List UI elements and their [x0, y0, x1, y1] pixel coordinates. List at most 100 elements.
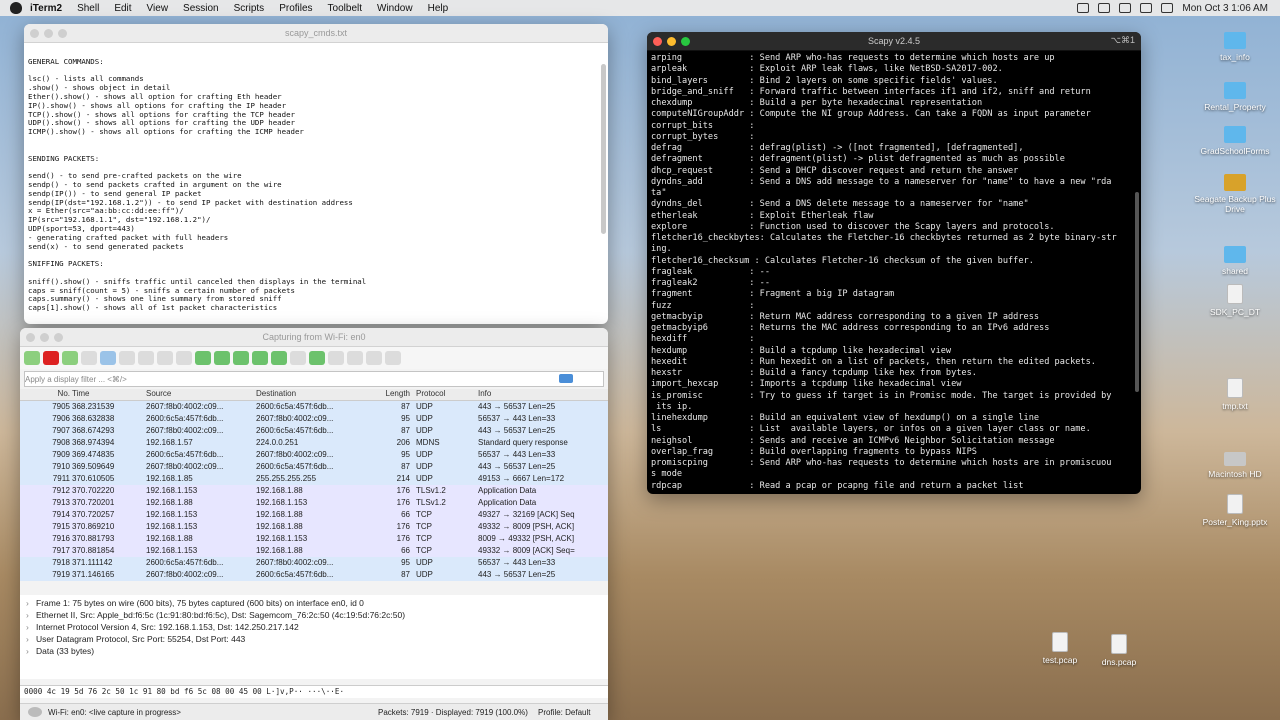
packet-row[interactable]: 7908 368.974394 192.168.1.57 224.0.0.251 206…	[20, 437, 608, 449]
desktop-icon-poster-king[interactable]: Poster_King.pptx	[1190, 494, 1280, 527]
col-source[interactable]: Source	[146, 389, 256, 400]
col-length[interactable]: Length	[366, 389, 416, 400]
desktop-icon-dns-pcap[interactable]: dns.pcap	[1074, 634, 1164, 667]
menu-help[interactable]: Help	[428, 3, 449, 14]
packet-row[interactable]: 7917 370.881854 192.168.1.153 192.168.1.88 6…	[20, 545, 608, 557]
packet-time: 370.610505	[72, 474, 115, 483]
expert-info-icon[interactable]	[28, 707, 42, 717]
resize-columns-icon[interactable]	[385, 351, 401, 365]
col-destination[interactable]: Destination	[256, 389, 366, 400]
menu-window[interactable]: Window	[377, 3, 413, 14]
detail-frame[interactable]: Frame 1: 75 bytes on wire (600 bits), 75…	[24, 597, 604, 609]
editor-titlebar[interactable]: scapy_cmds.txt	[24, 24, 608, 43]
packet-row[interactable]: 7912 370.702220 192.168.1.153 192.168.1.88 1…	[20, 485, 608, 497]
desktop-icon-gradschoolforms[interactable]: GradSchoolForms	[1190, 126, 1280, 156]
desktop-icon-rental-property[interactable]: Rental_Property	[1190, 82, 1280, 112]
desktop-icon-tmp-txt[interactable]: tmp.txt	[1190, 378, 1280, 411]
menu-scripts[interactable]: Scripts	[234, 3, 265, 14]
col-time[interactable]: Time	[72, 389, 146, 400]
menu-shell[interactable]: Shell	[77, 3, 99, 14]
apply-filter-icon[interactable]	[559, 374, 573, 383]
autoscroll-icon[interactable]	[290, 351, 306, 365]
document-icon	[1227, 378, 1243, 398]
normal-size-icon[interactable]	[366, 351, 382, 365]
col-no[interactable]: No.	[20, 389, 72, 400]
status-battery-icon[interactable]	[1119, 3, 1132, 13]
menu-edit[interactable]: Edit	[114, 3, 131, 14]
zoom-out-icon[interactable]	[347, 351, 363, 365]
desktop-icon-sdk-pc-dt[interactable]: SDK_PC_DT	[1190, 284, 1280, 317]
packet-row[interactable]: 7911 370.610505 192.168.1.85 255.255.255.25…	[20, 473, 608, 485]
packet-row[interactable]: 7909 369.474835 2600:6c5a:457f:6db... 2607:…	[20, 449, 608, 461]
zoom-button[interactable]	[58, 29, 67, 38]
minimize-button[interactable]	[667, 37, 676, 46]
packet-row[interactable]: 7916 370.881793 192.168.1.88 192.168.1.153 1…	[20, 533, 608, 545]
menu-toolbelt[interactable]: Toolbelt	[328, 3, 362, 14]
go-to-packet-icon[interactable]	[233, 351, 249, 365]
close-button[interactable]	[653, 37, 662, 46]
packet-row[interactable]: 7919 371.146165 2607:f8b0:4002:c09... 2600:…	[20, 569, 608, 581]
first-packet-icon[interactable]	[252, 351, 268, 365]
colorize-icon[interactable]	[309, 351, 325, 365]
close-button[interactable]	[26, 333, 35, 342]
menu-session[interactable]: Session	[183, 3, 219, 14]
packet-time: 368.674293	[72, 426, 115, 435]
detail-data[interactable]: Data (33 bytes)	[24, 645, 604, 657]
stop-capture-icon[interactable]	[43, 351, 59, 365]
packet-row[interactable]: 7913 370.720201 192.168.1.88 192.168.1.153 1…	[20, 497, 608, 509]
find-icon[interactable]	[176, 351, 192, 365]
packet-row[interactable]: 7906 368.632838 2600:6c5a:457f:6db... 2607:…	[20, 413, 608, 425]
zoom-button[interactable]	[681, 37, 690, 46]
status-wifi-icon[interactable]	[1140, 3, 1153, 13]
status-profile[interactable]: Profile: Default	[538, 708, 590, 717]
start-capture-icon[interactable]	[24, 351, 40, 365]
editor-text[interactable]: GENERAL COMMANDS: lsc() - lists all comm…	[24, 43, 608, 319]
packet-row[interactable]: 7907 368.674293 2607:f8b0:4002:c09... 2600:…	[20, 425, 608, 437]
packet-source: 2607:f8b0:4002:c09...	[146, 426, 224, 435]
desktop-icon-shared[interactable]: shared	[1190, 246, 1280, 276]
menu-app-name[interactable]: iTerm2	[30, 3, 62, 14]
status-search-icon[interactable]	[1161, 3, 1174, 13]
close-button[interactable]	[30, 29, 39, 38]
detail-udp[interactable]: User Datagram Protocol, Src Port: 55254,…	[24, 633, 604, 645]
packet-row[interactable]: 7915 370.869210 192.168.1.153 192.168.1.88 1…	[20, 521, 608, 533]
desktop-icon-seagate-drive[interactable]: Seagate Backup Plus Drive	[1190, 174, 1280, 214]
status-display-icon[interactable]	[1098, 3, 1111, 13]
restart-capture-icon[interactable]	[62, 351, 78, 365]
apple-menu-icon[interactable]	[10, 2, 22, 14]
open-file-icon[interactable]	[100, 351, 116, 365]
packet-row[interactable]: 7914 370.720257 192.168.1.153 192.168.1.88 6…	[20, 509, 608, 521]
minimize-button[interactable]	[44, 29, 53, 38]
detail-ip[interactable]: Internet Protocol Version 4, Src: 192.16…	[24, 621, 604, 633]
terminal-scrollbar[interactable]	[1135, 192, 1139, 392]
detail-ethernet[interactable]: Ethernet II, Src: Apple_bd:f6:5c (1c:91:…	[24, 609, 604, 621]
close-file-icon[interactable]	[138, 351, 154, 365]
desktop-icon-macintosh-hd[interactable]: Macintosh HD	[1190, 452, 1280, 479]
reload-icon[interactable]	[157, 351, 173, 365]
zoom-in-icon[interactable]	[328, 351, 344, 365]
editor-scrollbar[interactable]	[601, 64, 606, 234]
save-file-icon[interactable]	[119, 351, 135, 365]
col-protocol[interactable]: Protocol	[416, 389, 478, 400]
wireshark-titlebar[interactable]: Capturing from Wi-Fi: en0	[20, 328, 608, 347]
last-packet-icon[interactable]	[271, 351, 287, 365]
col-info[interactable]: Info	[478, 389, 598, 400]
go-back-icon[interactable]	[195, 351, 211, 365]
terminal-output[interactable]: arping : Send ARP who-has requests to de…	[647, 51, 1141, 494]
menu-clock[interactable]: Mon Oct 3 1:06 AM	[1182, 3, 1268, 14]
desktop-icon-tax-info[interactable]: tax_info	[1190, 32, 1280, 62]
packet-bytes[interactable]: 0000 4c 19 5d 76 2c 50 1c 91 80 bd f6 5c…	[20, 685, 608, 698]
zoom-button[interactable]	[54, 333, 63, 342]
packet-time: 370.869210	[72, 522, 115, 531]
display-filter-input[interactable]: Apply a display filter ... <⌘/>	[24, 371, 604, 387]
menu-profiles[interactable]: Profiles	[279, 3, 312, 14]
capture-options-icon[interactable]	[81, 351, 97, 365]
menu-view[interactable]: View	[147, 3, 169, 14]
status-vpn-icon[interactable]	[1077, 3, 1090, 13]
minimize-button[interactable]	[40, 333, 49, 342]
go-forward-icon[interactable]	[214, 351, 230, 365]
packet-row[interactable]: 7910 369.509649 2607:f8b0:4002:c09... 2600:…	[20, 461, 608, 473]
packet-row[interactable]: 7918 371.111142 2600:6c5a:457f:6db... 2607:…	[20, 557, 608, 569]
terminal-titlebar[interactable]: Scapy v2.4.5 ⌥⌘1	[647, 32, 1141, 51]
packet-row[interactable]: 7905 368.231539 2607:f8b0:4002:c09... 2600:…	[20, 401, 608, 413]
